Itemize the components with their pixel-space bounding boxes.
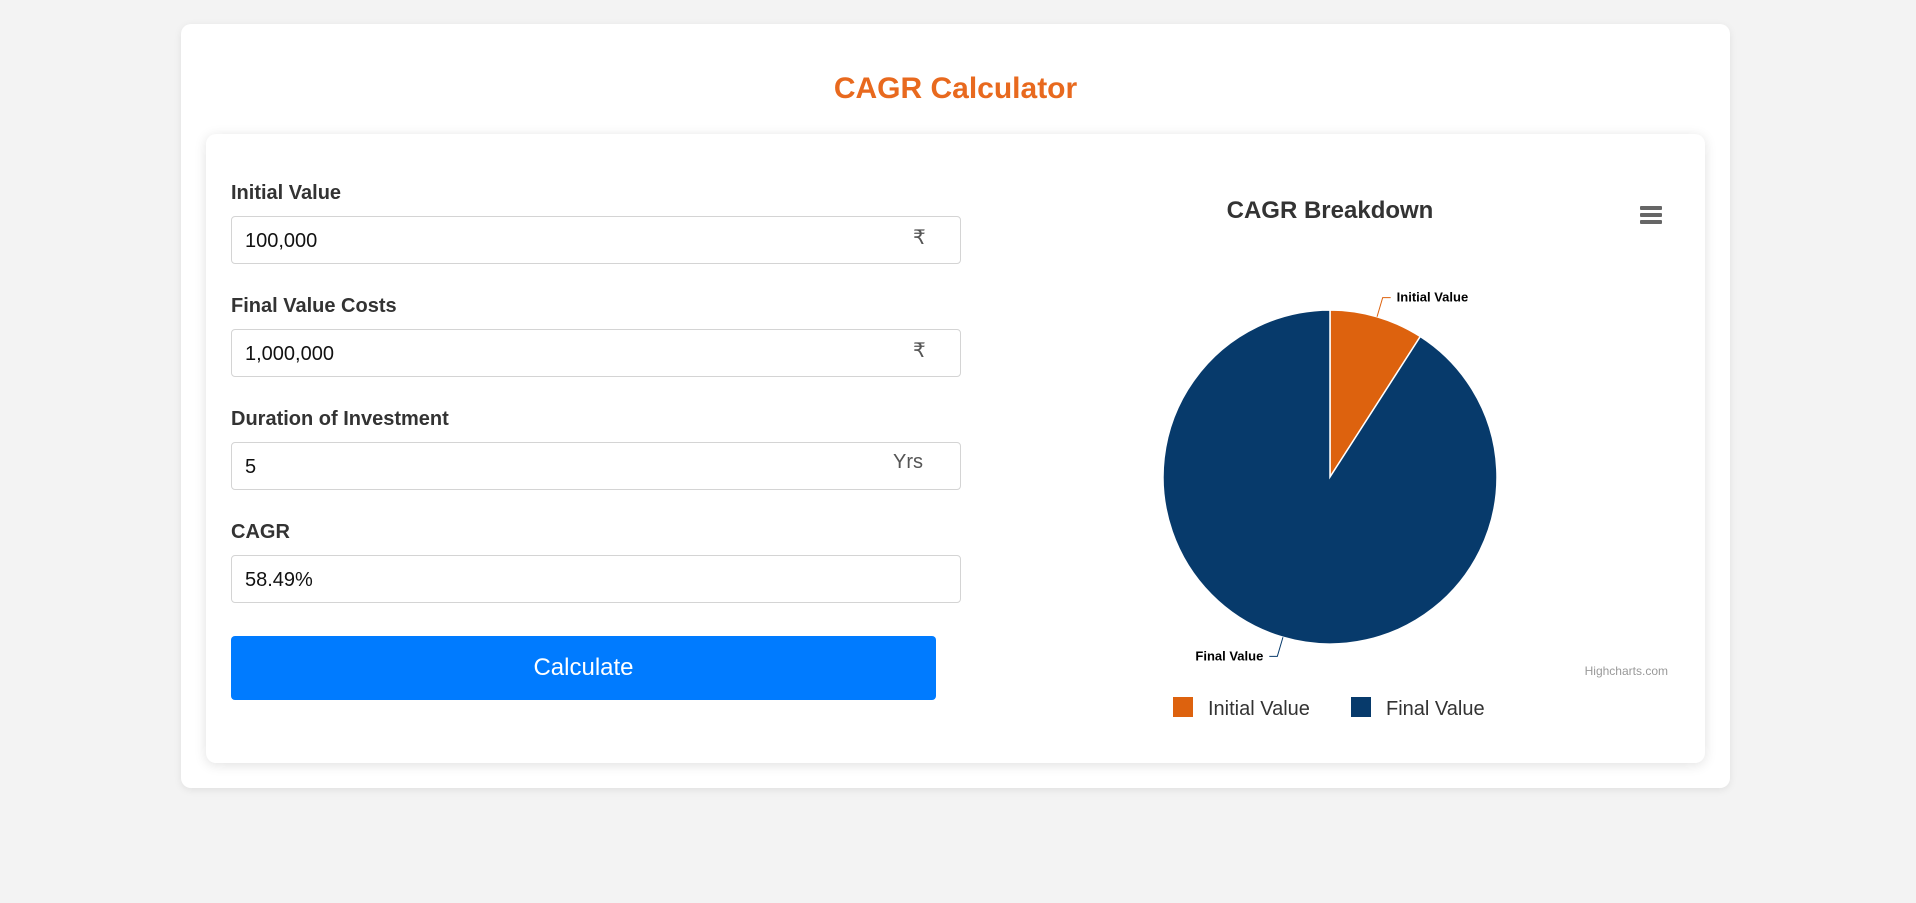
calculator-card: CAGR Calculator Initial Value 100,000 ₹ …: [181, 24, 1730, 788]
calculator-panel: Initial Value 100,000 ₹ Final Value Cost…: [206, 134, 1705, 763]
legend-item-final-value[interactable]: Final Value: [1351, 697, 1485, 720]
data-label-connector: [1376, 297, 1391, 317]
legend-label: Final Value: [1386, 698, 1485, 720]
credits-text: Highcharts.com: [1585, 664, 1668, 678]
data-label-initial-value: Initial Value: [1397, 290, 1469, 305]
hamburger-menu-icon[interactable]: [1640, 206, 1662, 224]
data-label-final-value: Final Value: [1195, 648, 1263, 663]
legend-label: Initial Value: [1208, 698, 1310, 720]
data-label-connector: [1269, 637, 1284, 657]
chart-legend: Initial Value Final Value: [1173, 697, 1485, 720]
legend-swatch: [1351, 697, 1371, 717]
chart-title: CAGR Breakdown: [1227, 197, 1434, 224]
pie-slice-final-value[interactable]: [1162, 309, 1498, 645]
pie-chart-svg: CAGR Breakdown Initial ValueFinal Value …: [1162, 197, 1668, 720]
page-title: CAGR Calculator: [833, 72, 1078, 105]
legend-item-initial-value[interactable]: Initial Value: [1173, 697, 1310, 720]
cagr-chart: CAGR Breakdown Initial Value Final Value …: [206, 134, 1705, 763]
legend-swatch: [1173, 697, 1193, 717]
pie-slices: [1162, 309, 1498, 645]
